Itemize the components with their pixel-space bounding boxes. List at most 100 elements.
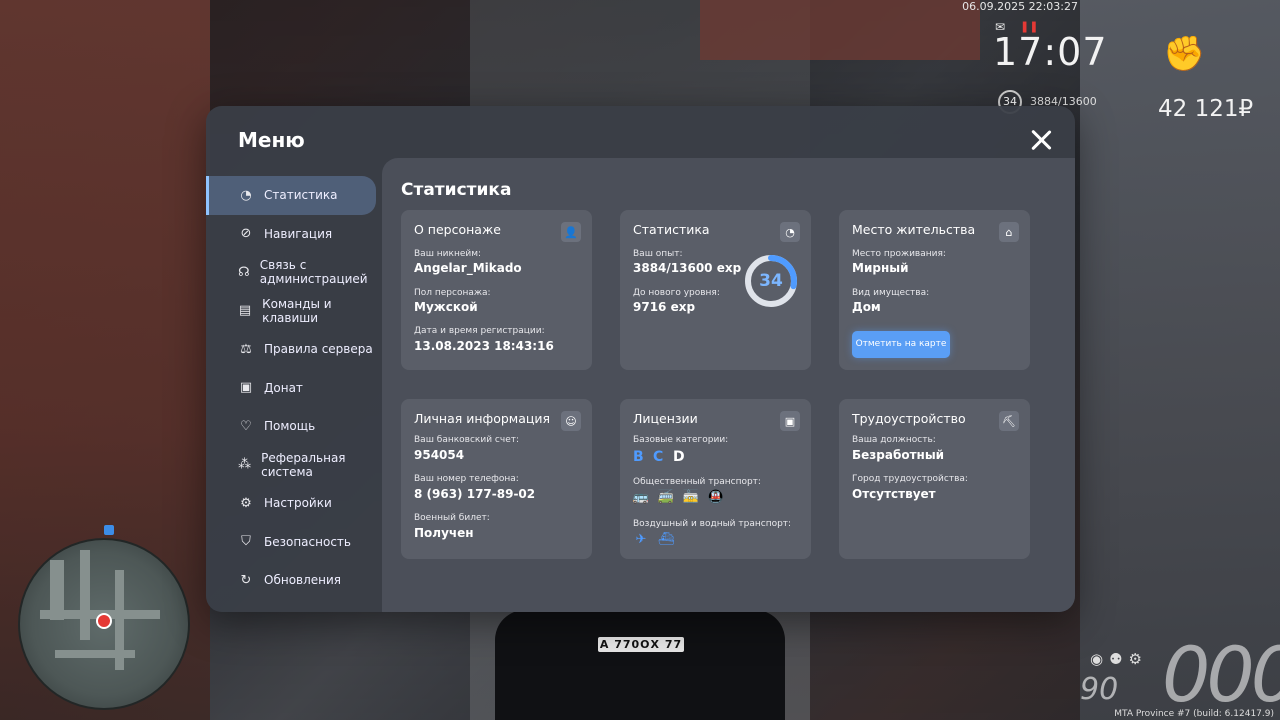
gender-value: Мужской [414, 300, 478, 314]
sidebar-item[interactable]: ⁂ Реферальная система [206, 446, 376, 485]
next-level-label: До нового уровня: [633, 288, 720, 298]
sidebar-item-label: Помощь [264, 419, 316, 434]
card-stats: Статистика ◔ Ваш опыт: 3884/13600 exp До… [620, 210, 811, 370]
license-category: B [633, 449, 644, 465]
sidebar-item[interactable]: ⚙ Настройки [206, 484, 376, 523]
hud-time: 17:07 [993, 30, 1108, 74]
clock-icon: ◔ [780, 222, 800, 242]
hud-datetime: 06.09.2025 22:03:27 [962, 0, 1078, 13]
plane-icon: ✈ [635, 531, 647, 547]
nickname-value: Angelar_Mikado [414, 261, 522, 275]
trolleybus-icon: 🚎 [657, 489, 675, 505]
fuel-level: 90 [1080, 672, 1119, 707]
sidebar-item[interactable]: ◔ Статистика [206, 176, 376, 215]
minimap-marker-icon [104, 525, 114, 535]
close-icon[interactable] [1029, 128, 1053, 152]
public-transport-icons: 🚌 🚎 🚋 🚇 [633, 489, 724, 505]
scales-icon: ⚖ [240, 341, 252, 357]
sidebar-item[interactable]: ♡ Помощь [206, 407, 376, 446]
property-label: Вид имущества: [852, 288, 930, 298]
sidebar-item-label: Реферальная система [261, 450, 346, 479]
card-title: Личная информация [414, 411, 551, 426]
heart-hands-icon: ♡ [240, 418, 252, 434]
build-info: MTA Province #7 (build: 6.12417.9) [1114, 709, 1274, 719]
sidebar-item-label: Команды и клавиши [262, 296, 332, 325]
card-title: Статистика [633, 222, 710, 237]
fist-icon: ✊ [1163, 34, 1206, 74]
menu-title: Меню [238, 128, 305, 152]
wallet-icon: ▣ [239, 380, 253, 396]
sidebar-item-label: Донат [264, 380, 303, 395]
registration-label: Дата и время регистрации: [414, 326, 545, 336]
content-title: Статистика [401, 180, 512, 200]
license-category: D [673, 449, 685, 465]
bank-label: Ваш банковский счет: [414, 435, 520, 445]
sidebar: ◔ Статистика ⊘ Навигация ☊ Связь с администра… [206, 176, 382, 600]
pie-chart-icon: ◔ [240, 187, 252, 203]
air-water-label: Воздушный и водный транспорт: [633, 519, 792, 529]
pickaxe-icon: ⛏ [999, 411, 1019, 431]
exp-value: 3884/13600 exp [633, 261, 742, 275]
face-icon: ☺ [561, 411, 581, 431]
background-house-middle [700, 0, 980, 60]
minimap-street [55, 650, 135, 658]
sidebar-item-label: Обновления [264, 573, 342, 588]
sidebar-item[interactable]: ▤ Команды и клавиши [206, 292, 376, 331]
sidebar-item[interactable]: ↻ Обновления [206, 561, 376, 600]
sidebar-item[interactable]: ⛉ Безопасность [206, 523, 376, 562]
residence-value: Мирный [852, 261, 909, 275]
update-icon: ↻ [240, 572, 252, 588]
card-licenses: Лицензии ▣ Базовые категории: BCD Общест… [620, 399, 811, 559]
license-plate: А 770ОХ 77 [598, 637, 684, 652]
level-number: 34 [759, 271, 783, 291]
sidebar-item[interactable]: ⊘ Навигация [206, 215, 376, 254]
menu-panel: Меню ◔ Статистика ⊘ Навигация ☊ Связь с админ… [206, 106, 1075, 612]
nickname-label: Ваш никнейм: [414, 249, 482, 259]
hud-money: 42 121₽ [1158, 96, 1254, 122]
user-icon: 👤 [561, 222, 581, 242]
content-area: Статистика О персонаже 👤 Ваш никнейм: An… [382, 158, 1075, 612]
home-icon: ⌂ [999, 222, 1019, 242]
work-city-value: Отсутствует [852, 487, 936, 501]
card-residence: Место жительства ⌂ Место проживания: Мир… [839, 210, 1030, 370]
air-water-icons: ✈ ⛴ [633, 531, 675, 547]
document-icon: ▤ [238, 303, 252, 319]
sidebar-item[interactable]: ▣ Донат [206, 369, 376, 408]
minimap-street [80, 550, 90, 640]
sidebar-item-label: Статистика [264, 188, 338, 203]
metro-icon: 🚇 [707, 489, 725, 505]
sidebar-item[interactable]: ☊ Связь с администрацией [206, 253, 376, 292]
position-label: Ваша должность: [852, 435, 936, 445]
vehicle-status-icons: ◉⚉⚙ [1090, 650, 1148, 668]
referral-icon: ⁂ [238, 457, 252, 473]
headset-icon: ☊ [238, 264, 250, 280]
id-card-icon: ▣ [780, 411, 800, 431]
card-title: Трудоустройство [852, 411, 966, 426]
card-title: Лицензии [633, 411, 698, 426]
player-marker-icon [96, 613, 112, 629]
next-level-value: 9716 exp [633, 300, 696, 314]
property-value: Дом [852, 300, 881, 314]
gender-label: Пол персонажа: [414, 288, 491, 298]
mark-on-map-button[interactable]: Отметить на карте [852, 331, 950, 358]
gear-icon: ⚙ [240, 495, 252, 511]
position-value: Безработный [852, 448, 945, 462]
card-title: О персонаже [414, 222, 501, 237]
bus-icon: 🚌 [632, 489, 650, 505]
sidebar-item[interactable]: ⚖ Правила сервера [206, 330, 376, 369]
registration-value: 13.08.2023 18:43:16 [414, 339, 554, 353]
speedometer: 000 [1162, 630, 1280, 719]
public-transport-label: Общественный транспорт: [633, 477, 761, 487]
bank-value: 954054 [414, 448, 465, 462]
military-label: Военный билет: [414, 513, 490, 523]
shield-icon: ⛉ [241, 534, 251, 550]
license-category: C [653, 449, 664, 465]
work-city-label: Город трудоустройства: [852, 474, 968, 484]
phone-value: 8 (963) 177-89-02 [414, 487, 536, 501]
compass-icon: ⊘ [240, 226, 252, 242]
ship-icon: ⛴ [657, 531, 675, 547]
phone-label: Ваш номер телефона: [414, 474, 519, 484]
sidebar-item-label: Безопасность [264, 534, 351, 549]
player-car [495, 610, 785, 720]
card-title: Место жительства [852, 222, 976, 237]
